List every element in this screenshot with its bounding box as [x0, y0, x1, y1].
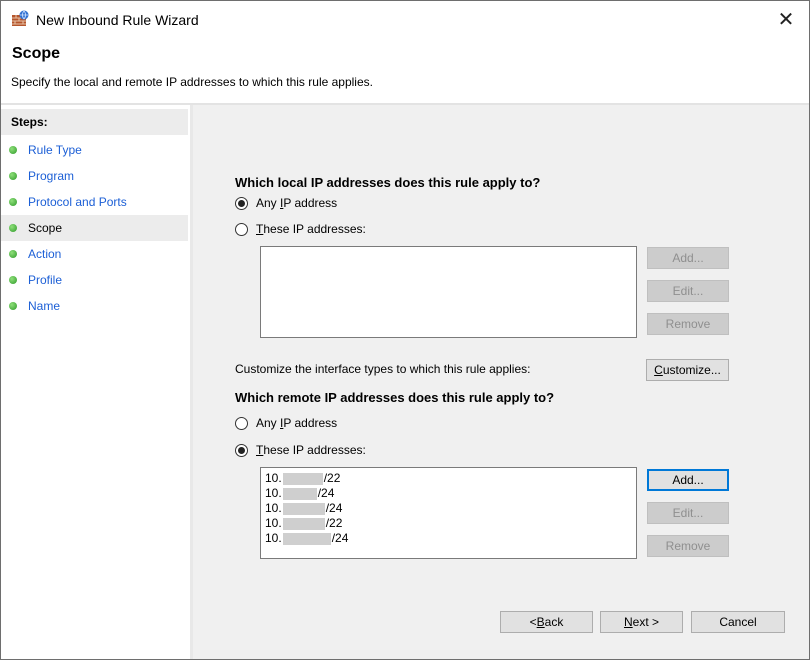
step-action[interactable]: Action [1, 241, 188, 267]
page-header: Scope Specify the local and remote IP ad… [1, 37, 809, 103]
remote-edit-button[interactable]: Edit... [647, 502, 729, 524]
ip-prefix: 10. [265, 501, 282, 515]
window-title: New Inbound Rule Wizard [36, 12, 199, 28]
remote-these-ip-radio[interactable]: These IP addresses: [235, 442, 366, 458]
remote-add-button[interactable]: Add... [647, 469, 729, 491]
steps-heading-label: Steps: [11, 115, 48, 129]
local-these-ip-radio[interactable]: These IP addresses: [235, 221, 366, 237]
list-item[interactable]: 10. /22 [265, 516, 342, 530]
list-item[interactable]: 10. /22 [265, 471, 340, 485]
local-any-ip-radio[interactable]: Any IP address [235, 195, 337, 211]
redacted-block [282, 517, 325, 530]
list-item[interactable]: 10. /24 [265, 501, 342, 515]
ip-suffix: /22 [325, 516, 343, 530]
step-label: Name [28, 299, 61, 313]
step-status-icon [9, 250, 17, 258]
step-label: Scope [28, 221, 63, 235]
ip-prefix: 10. [265, 531, 282, 545]
radio-button[interactable] [235, 443, 248, 457]
list-item[interactable]: 10. /24 [265, 531, 348, 545]
step-program[interactable]: Program [1, 163, 188, 189]
ip-suffix: /22 [323, 471, 341, 485]
step-protocol-ports[interactable]: Protocol and Ports [1, 189, 188, 215]
cancel-button[interactable]: Cancel [691, 611, 785, 633]
redacted-block [282, 502, 325, 515]
next-button[interactable]: Next > [600, 611, 683, 633]
step-rule-type[interactable]: Rule Type [1, 137, 188, 163]
wizard-window: New Inbound Rule Wizard ✕ Scope Specify … [0, 0, 810, 660]
label-part: Any [256, 416, 281, 430]
button-label: ext > [632, 615, 660, 629]
label-part: hese IP addresses: [263, 443, 366, 457]
step-status-icon [9, 198, 17, 206]
label-part: P address [283, 416, 338, 430]
close-button[interactable]: ✕ [763, 1, 809, 37]
step-status-icon [9, 172, 17, 180]
label-part: P address [283, 196, 338, 210]
firewall-icon [12, 10, 29, 26]
page-title: Scope [12, 45, 61, 62]
radio-button[interactable] [235, 196, 248, 210]
steps-panel: Steps: Rule Type Program Protocol and Po… [1, 105, 193, 659]
ip-suffix: /24 [317, 486, 335, 500]
step-status-icon [9, 276, 17, 284]
local-edit-button[interactable]: Edit... [647, 280, 729, 302]
radio-button[interactable] [235, 222, 248, 236]
access-key: C [654, 363, 663, 377]
page-description: Specify the local and remote IP addresse… [11, 75, 373, 89]
radio-label: These IP addresses: [256, 443, 366, 457]
remote-remove-button[interactable]: Remove [647, 535, 729, 557]
customize-text: Customize the interface types to which t… [235, 362, 531, 376]
ip-prefix: 10. [265, 486, 282, 500]
step-label: Action [28, 247, 62, 261]
back-button[interactable]: < Back [500, 611, 593, 633]
step-label: Rule Type [28, 143, 82, 157]
radio-label: These IP addresses: [256, 222, 366, 236]
step-label: Profile [28, 273, 63, 287]
local-add-button[interactable]: Add... [647, 247, 729, 269]
scope-content: Which local IP addresses does this rule … [193, 105, 809, 659]
button-label: ustomize... [662, 363, 721, 377]
local-ip-question: Which local IP addresses does this rule … [235, 175, 541, 190]
radio-label: Any IP address [256, 196, 337, 210]
step-label: Program [28, 169, 75, 183]
redacted-block [282, 487, 317, 500]
local-ip-list[interactable] [260, 246, 637, 338]
customize-button[interactable]: Customize... [646, 359, 729, 381]
title-bar[interactable]: New Inbound Rule Wizard ✕ [1, 1, 809, 37]
ip-prefix: 10. [265, 471, 282, 485]
remote-ip-list[interactable]: 10. /22 10. /24 10. /24 10. /22 10. /24 [260, 467, 637, 559]
list-item[interactable]: 10. /24 [265, 486, 334, 500]
remote-any-ip-radio[interactable]: Any IP address [235, 415, 337, 431]
access-key: N [623, 615, 633, 629]
step-status-icon [9, 146, 17, 154]
ip-suffix: /24 [331, 531, 349, 545]
step-name[interactable]: Name [1, 293, 188, 319]
label-part: Any [256, 196, 281, 210]
radio-label: Any IP address [256, 416, 337, 430]
step-profile[interactable]: Profile [1, 267, 188, 293]
radio-button[interactable] [235, 416, 248, 430]
redacted-block [282, 472, 323, 485]
access-key: B [536, 615, 545, 629]
close-icon: ✕ [777, 8, 795, 31]
button-label: < [529, 615, 537, 629]
ip-prefix: 10. [265, 516, 282, 530]
steps-heading: Steps: [1, 109, 188, 135]
step-label: Protocol and Ports [28, 195, 127, 209]
redacted-block [282, 532, 331, 545]
local-remove-button[interactable]: Remove [647, 313, 729, 335]
ip-suffix: /24 [325, 501, 343, 515]
remote-ip-question: Which remote IP addresses does this rule… [235, 390, 555, 405]
step-scope[interactable]: Scope [1, 215, 188, 241]
button-label: ack [544, 615, 564, 629]
step-status-icon [9, 302, 17, 310]
label-part: hese IP addresses: [263, 222, 366, 236]
step-status-icon [9, 224, 17, 232]
